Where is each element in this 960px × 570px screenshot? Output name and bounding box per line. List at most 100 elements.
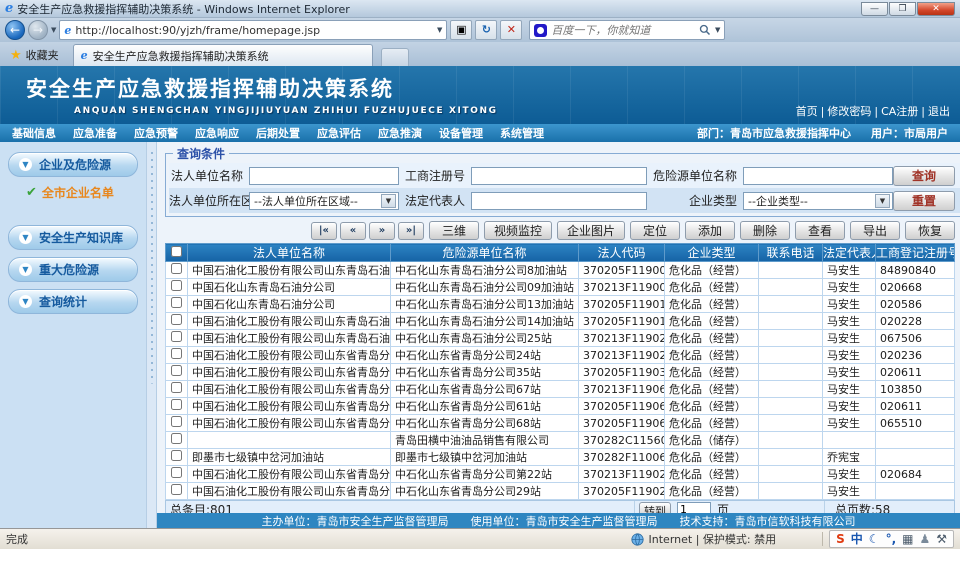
region-select[interactable]: --法人单位所在区域-- ▼ — [249, 192, 399, 210]
first-page-button[interactable]: |« — [311, 222, 337, 240]
fullwidth-moon-icon[interactable]: ☾ — [869, 531, 880, 547]
favorites-button[interactable]: ★ 收藏夹 — [4, 46, 65, 66]
row-checkbox[interactable] — [171, 314, 182, 325]
row-checkbox[interactable] — [171, 365, 182, 376]
table-cell: 马安生 — [823, 483, 876, 500]
menu-item-4[interactable]: 后期处置 — [256, 125, 300, 141]
link-separator: | — [921, 105, 925, 118]
table-cell: 中国石油化工股份有限公司山东省青岛分公司 — [188, 381, 391, 398]
column-header: 工商登记注册号 — [876, 244, 955, 262]
menu-item-8[interactable]: 系统管理 — [500, 125, 544, 141]
menu-item-6[interactable]: 应急推演 — [378, 125, 422, 141]
reset-button[interactable]: 重置 — [893, 191, 955, 211]
toolbar-button-7[interactable]: 导出 — [850, 221, 900, 240]
search-input[interactable] — [551, 24, 695, 37]
toolbar-button-2[interactable]: 企业图片 — [557, 221, 625, 240]
row-checkbox[interactable] — [171, 484, 182, 495]
sidebar-item-city-enterprise-list[interactable]: ✔ 全市企业名单 — [26, 184, 146, 201]
sidebar-group-knowledge-base[interactable]: ▼ 安全生产知识库 — [8, 225, 138, 250]
danger-name-input[interactable] — [743, 167, 893, 185]
sidebar-group-label: 企业及危险源 — [39, 156, 111, 173]
last-page-button[interactable]: »| — [398, 222, 424, 240]
sidebar-group-major-danger[interactable]: ▼ 重大危险源 — [8, 257, 138, 282]
search-button[interactable]: 查询 — [893, 166, 955, 186]
sidebar-group-enterprise-danger[interactable]: ▼ 企业及危险源 — [8, 152, 138, 177]
row-checkbox[interactable] — [171, 280, 182, 291]
row-checkbox-cell — [166, 398, 188, 415]
toolbar-button-1[interactable]: 视频监控 — [484, 221, 552, 240]
select-all-checkbox[interactable] — [171, 246, 182, 257]
compatibility-view-button[interactable]: ▣ — [450, 20, 472, 40]
search-icon[interactable] — [699, 24, 711, 36]
forward-button[interactable]: → — [28, 20, 48, 40]
browser-tab[interactable]: e 安全生产应急救援指挥辅助决策系统 — [73, 44, 373, 66]
table-cell: 中国石油化工股份有限公司山东青岛石油分公司 — [188, 313, 391, 330]
header-link-0[interactable]: 首页 — [796, 103, 818, 119]
menu-item-7[interactable]: 设备管理 — [439, 125, 483, 141]
sidebar-group-label: 重大危险源 — [39, 261, 99, 278]
menu-item-5[interactable]: 应急评估 — [317, 125, 361, 141]
row-checkbox[interactable] — [171, 348, 182, 359]
sidebar-group-query-statistics[interactable]: ▼ 查询统计 — [8, 289, 138, 314]
table-row: 中国石化山东青岛石油分公司中石化山东青岛石油分公司13加油站370205F119… — [166, 296, 955, 313]
history-dropdown-icon[interactable]: ▼ — [51, 26, 56, 34]
url-dropdown-icon[interactable]: ▼ — [437, 26, 442, 34]
table-cell: 中国石油化工股份有限公司山东青岛石油分公司 — [188, 330, 391, 347]
url-text[interactable]: http://localhost:90/yjzh/frame/homepage.… — [75, 24, 433, 37]
ime-settings-icon[interactable]: ⚒ — [936, 531, 947, 547]
search-dropdown-icon[interactable]: ▼ — [715, 26, 720, 34]
row-checkbox[interactable] — [171, 297, 182, 308]
refresh-button[interactable]: ↻ — [475, 20, 497, 40]
table-cell: 中国石化山东青岛石油分公司 — [188, 296, 391, 313]
next-page-button[interactable]: » — [369, 222, 395, 240]
internet-zone-icon — [631, 533, 644, 546]
new-tab-button[interactable] — [381, 48, 409, 66]
legal-name-input[interactable] — [249, 167, 399, 185]
row-checkbox[interactable] — [171, 382, 182, 393]
user-profile-icon[interactable]: ♟ — [919, 531, 930, 547]
table-cell: 370213F119022 — [579, 466, 665, 483]
row-checkbox[interactable] — [171, 399, 182, 410]
toolbar-button-4[interactable]: 添加 — [685, 221, 735, 240]
row-checkbox[interactable] — [171, 416, 182, 427]
stop-button[interactable]: ✕ — [500, 20, 522, 40]
url-box[interactable]: e http://localhost:90/yjzh/frame/homepag… — [59, 20, 447, 40]
sogou-ime-icon[interactable]: S — [836, 531, 845, 547]
business-reg-input[interactable] — [471, 167, 647, 185]
row-checkbox-cell — [166, 313, 188, 330]
row-checkbox[interactable] — [171, 331, 182, 342]
menu-item-3[interactable]: 应急响应 — [195, 125, 239, 141]
row-checkbox[interactable] — [171, 263, 182, 274]
soft-keyboard-icon[interactable]: ▦ — [902, 531, 913, 547]
header-link-1[interactable]: 修改密码 — [827, 103, 871, 119]
punctuation-icon[interactable]: °, — [886, 531, 897, 547]
table-cell: 中石化山东省青岛分公司第22站 — [391, 466, 579, 483]
close-button[interactable]: ✕ — [917, 2, 955, 16]
legal-rep-input[interactable] — [471, 192, 647, 210]
header-link-3[interactable]: 退出 — [928, 103, 950, 119]
sidebar-collapse-handle[interactable] — [146, 142, 157, 528]
prev-page-button[interactable]: « — [340, 222, 366, 240]
minimize-button[interactable]: — — [861, 2, 888, 16]
sidebar: ▼ 企业及危险源 ✔ 全市企业名单 ▼ 安全生产知识库 ▼ 重大危险源 ▼ 查询… — [0, 142, 146, 528]
menu-item-2[interactable]: 应急预警 — [134, 125, 178, 141]
menu-item-0[interactable]: 基础信息 — [12, 125, 56, 141]
maximize-button[interactable]: ❐ — [889, 2, 916, 16]
header-link-2[interactable]: CA注册 — [881, 103, 918, 119]
toolbar-button-0[interactable]: 三维 — [429, 221, 479, 240]
toolbar-button-8[interactable]: 恢复 — [905, 221, 955, 240]
select-all-cell — [166, 244, 188, 262]
row-checkbox[interactable] — [171, 450, 182, 461]
toolbar-button-3[interactable]: 定位 — [630, 221, 680, 240]
back-button[interactable]: ← — [5, 20, 25, 40]
table-cell: 中国石油化工股份有限公司山东省青岛分公司 — [188, 398, 391, 415]
toolbar-button-5[interactable]: 删除 — [740, 221, 790, 240]
menu-item-1[interactable]: 应急准备 — [73, 125, 117, 141]
toolbar-button-6[interactable]: 查看 — [795, 221, 845, 240]
enterprise-type-select[interactable]: --企业类型-- ▼ — [743, 192, 893, 210]
search-box[interactable]: ▼ — [529, 20, 725, 40]
table-row: 即墨市七级镇中岔河加油站即墨市七级镇中岔河加油站370282F110063危化品… — [166, 449, 955, 466]
row-checkbox[interactable] — [171, 433, 182, 444]
row-checkbox[interactable] — [171, 467, 182, 478]
chinese-mode-icon[interactable]: 中 — [851, 531, 863, 547]
